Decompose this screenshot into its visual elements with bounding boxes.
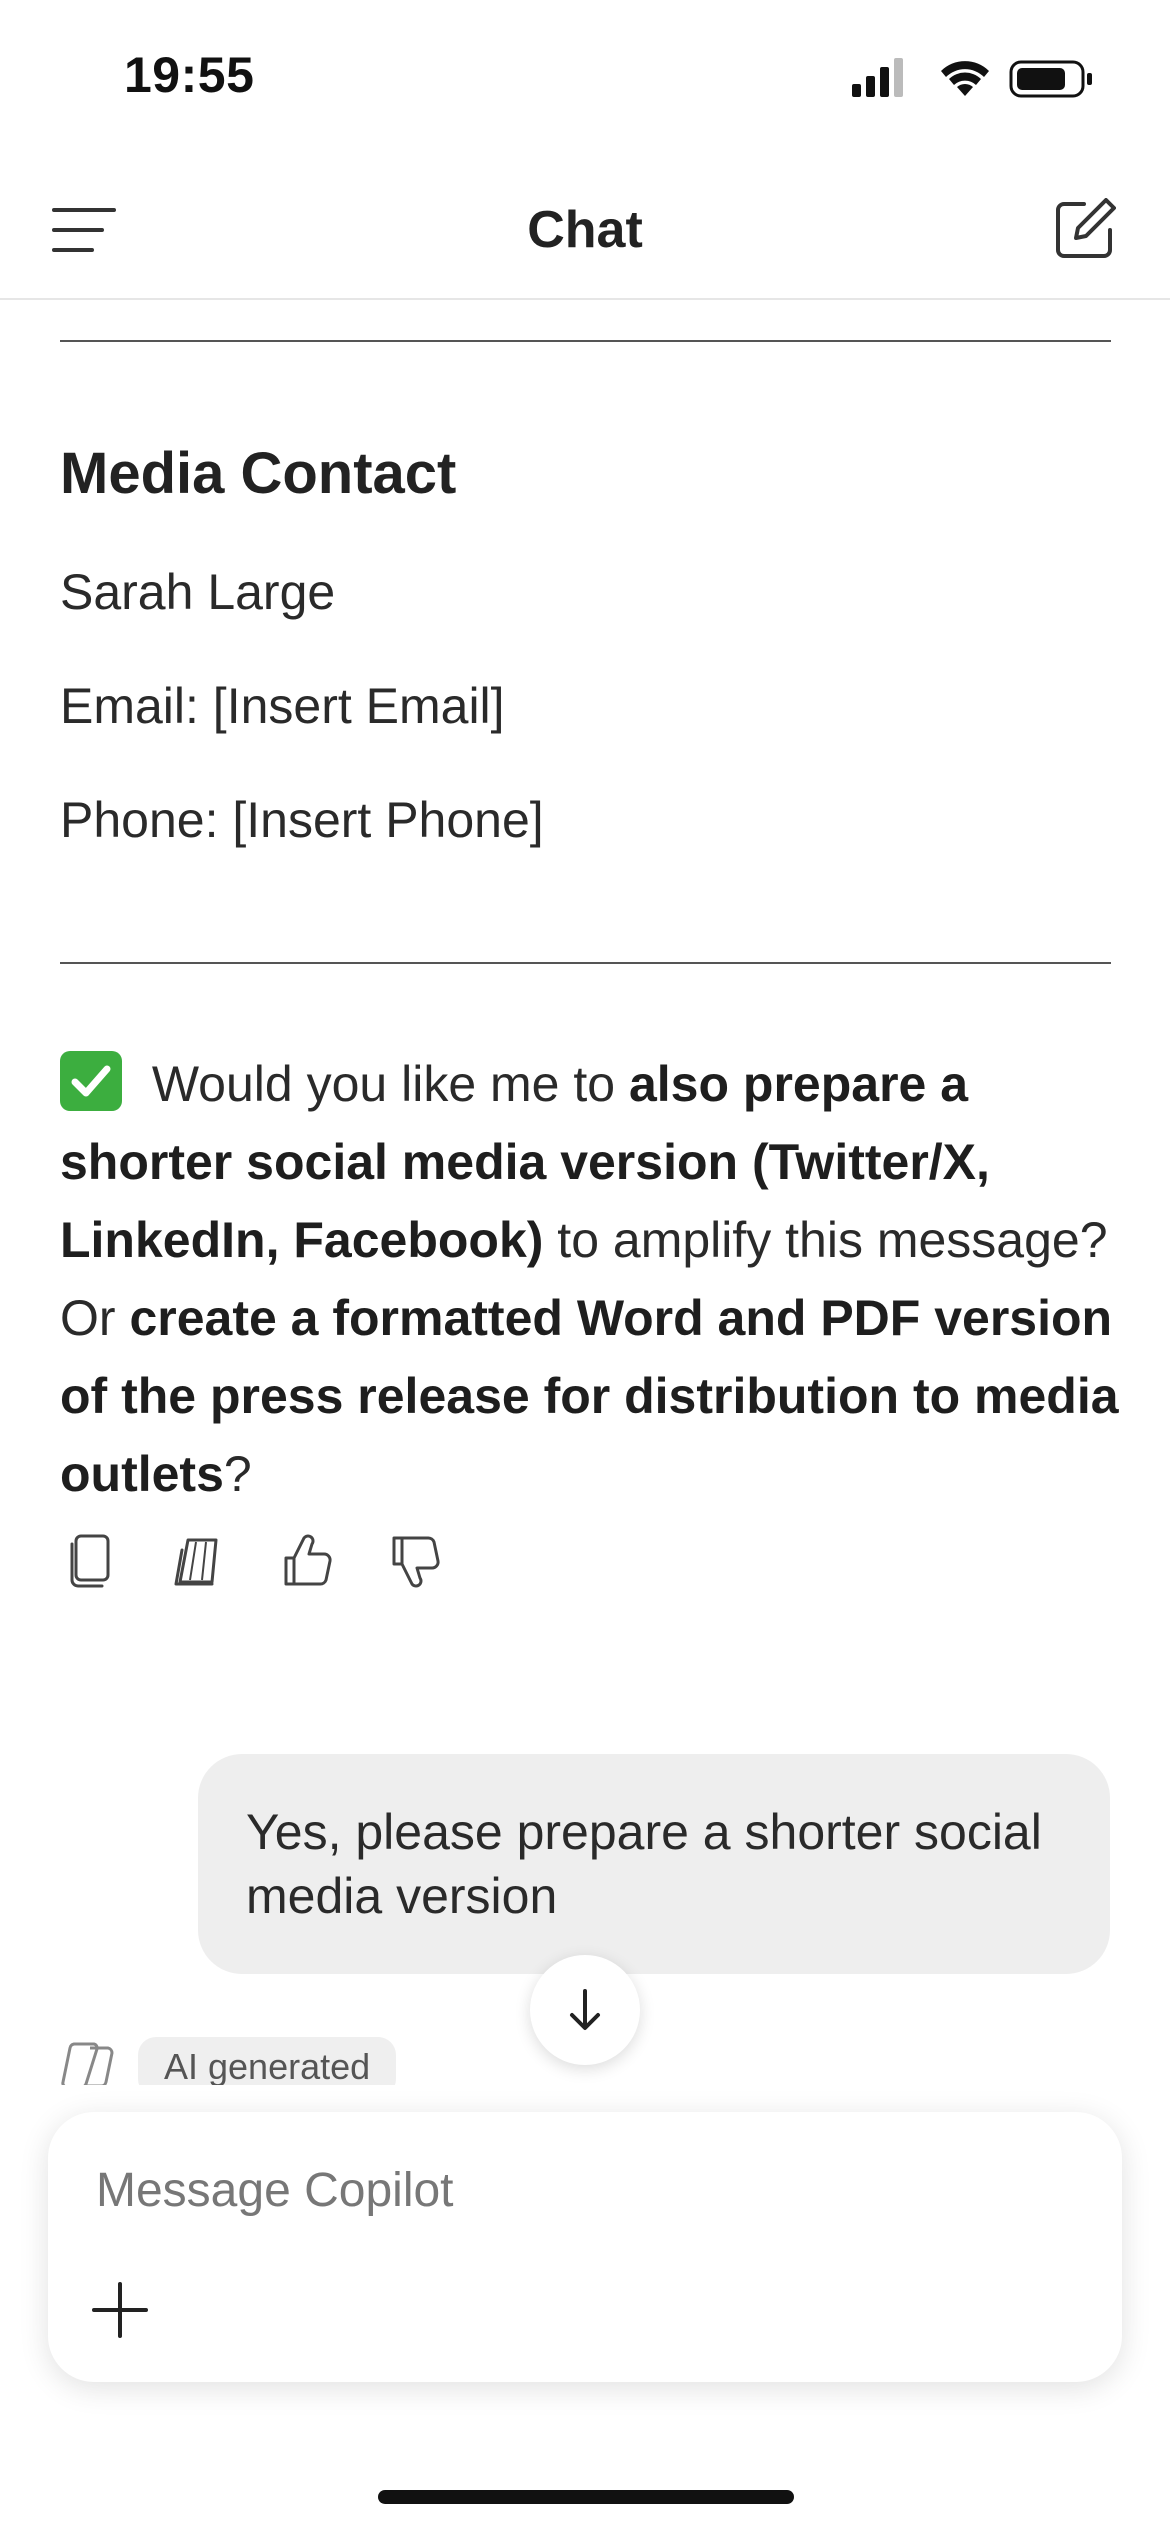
contact-name: Sarah Large [60, 564, 336, 620]
thumbs-down-icon[interactable] [388, 1532, 442, 1590]
media-contact-heading: Media Contact [60, 441, 457, 506]
status-icons [852, 56, 1092, 100]
check-mark-icon [60, 1051, 122, 1111]
copilot-icon [60, 2040, 120, 2090]
user-message-bubble: Yes, please prepare a shorter social med… [198, 1754, 1110, 1974]
copy-icon[interactable] [64, 1532, 118, 1590]
thumbs-up-icon[interactable] [280, 1532, 334, 1590]
add-attachment-button[interactable] [90, 2280, 150, 2340]
status-time: 19:55 [124, 47, 255, 103]
home-indicator [378, 2490, 794, 2504]
message-bold-text: create a formatted Word and PDF version … [60, 1290, 1119, 1502]
contact-phone: Phone: [Insert Phone] [60, 792, 544, 848]
content-fade [0, 2085, 1170, 2115]
message-text: ? [223, 1446, 252, 1502]
page-title: Chat [527, 201, 643, 259]
assistant-message: Would you like me to also prepare a shor… [60, 1045, 1120, 1513]
divider [60, 962, 1111, 964]
arrow-down-icon [570, 1989, 600, 2030]
battery-icon [1009, 60, 1092, 98]
message-text: Would you like me to [138, 1056, 629, 1112]
pages-icon[interactable] [172, 1532, 226, 1590]
user-message-text: Yes, please prepare a shorter social med… [246, 1804, 1042, 1924]
contact-email: Email: [Insert Email] [60, 678, 505, 734]
cellular-signal-icon [852, 58, 903, 97]
divider [60, 340, 1111, 342]
message-input[interactable] [96, 2163, 1076, 2218]
message-composer [48, 2112, 1122, 2382]
scroll-to-bottom-button[interactable] [530, 1955, 640, 2065]
wifi-icon [941, 61, 989, 96]
compose-icon[interactable] [1054, 198, 1116, 260]
plus-icon [92, 2282, 148, 2338]
